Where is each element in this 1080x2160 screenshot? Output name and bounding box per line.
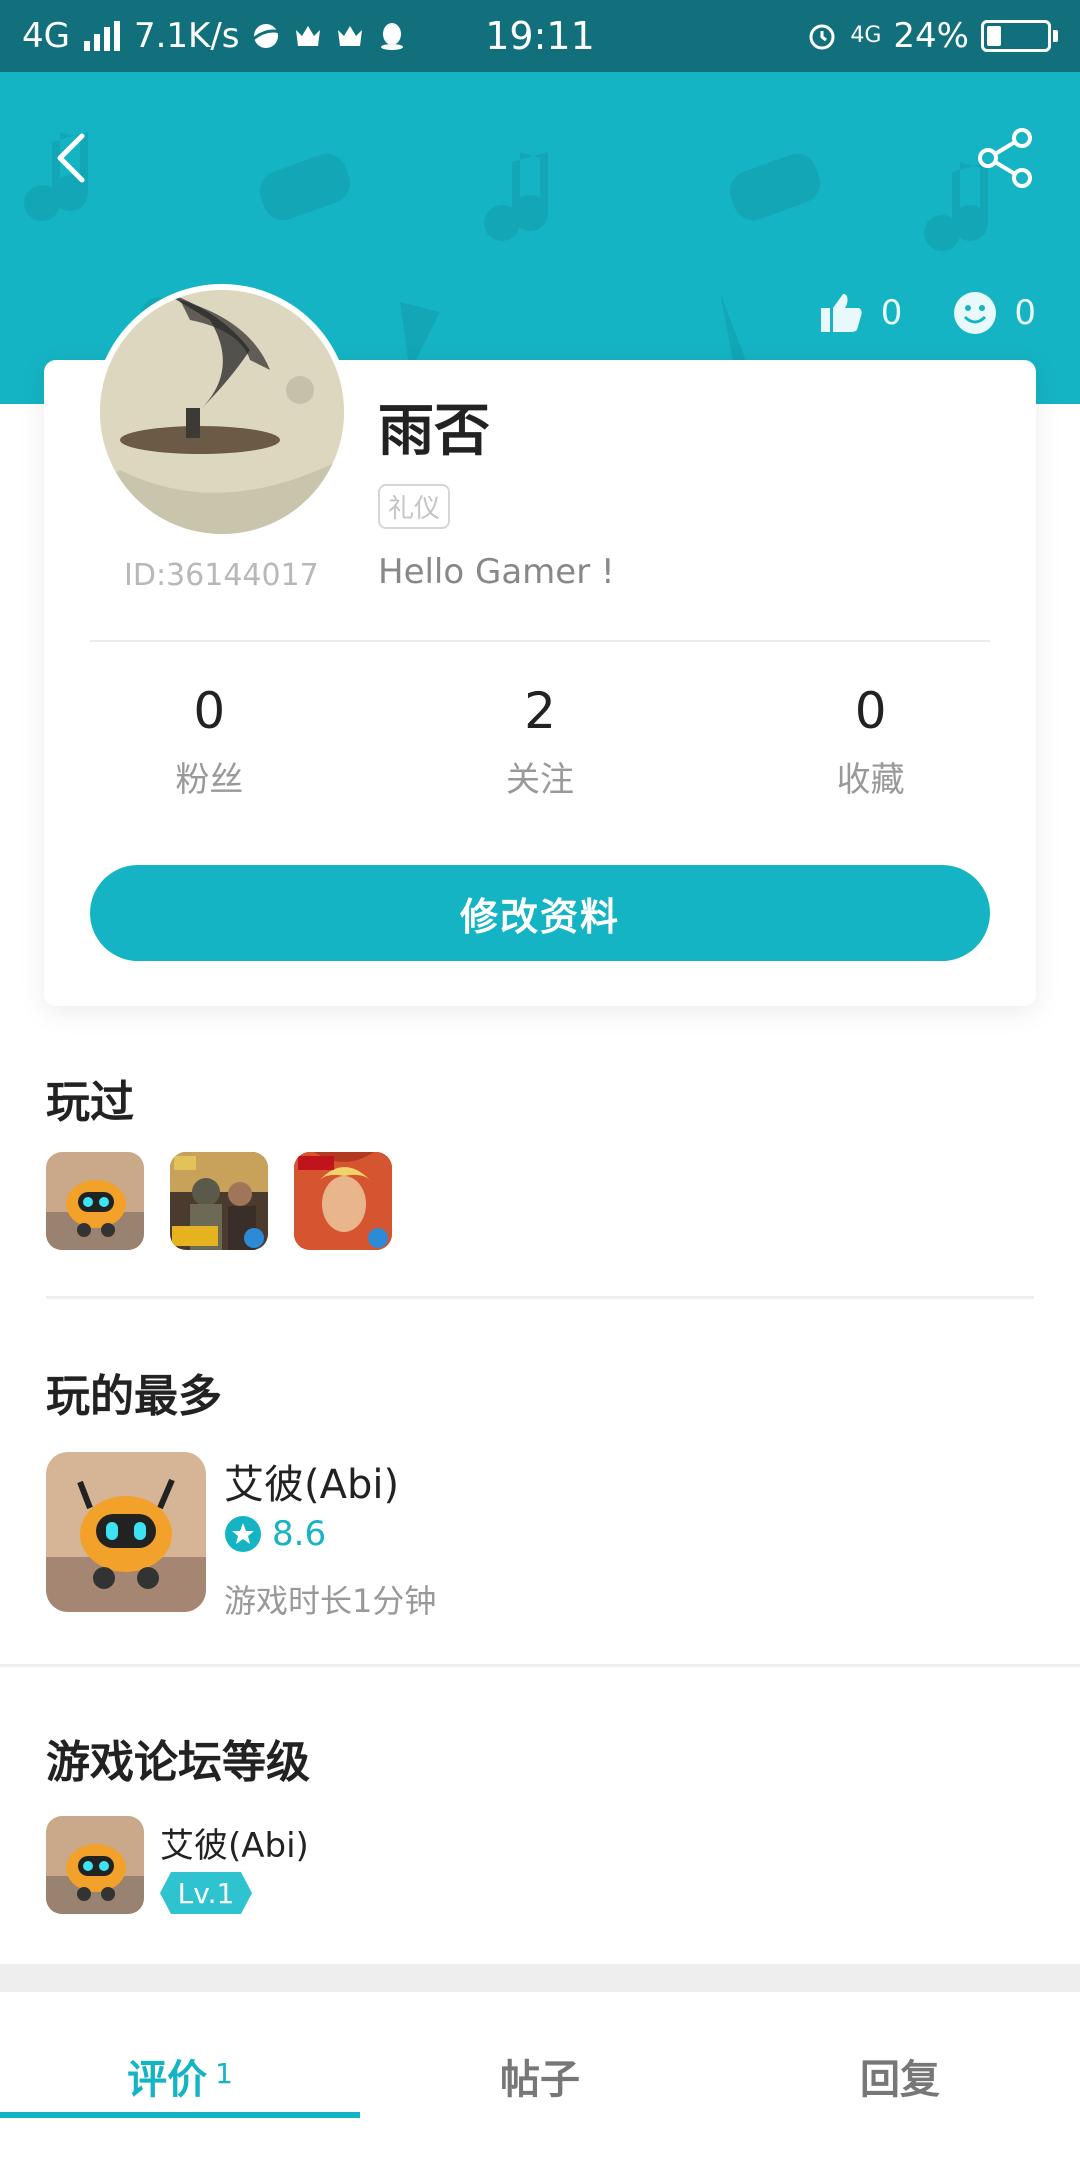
battery-icon	[981, 20, 1058, 52]
tab-replies-label: 回复	[860, 2057, 940, 2103]
likes-count: 0	[880, 293, 903, 333]
battery-percent: 24%	[893, 16, 969, 56]
most-played-name[interactable]: 艾彼(Abi)	[224, 1452, 399, 1510]
favorites-label: 收藏	[836, 760, 905, 800]
pubg-icon[interactable]	[170, 1152, 268, 1250]
tab-reviews-count: 1	[215, 2056, 233, 2090]
abi-icon[interactable]	[46, 1816, 144, 1914]
followers-count: 0	[193, 682, 226, 740]
planet-icon	[250, 24, 280, 48]
thumbs-up-icon	[820, 294, 862, 332]
forum-game-name[interactable]: 艾彼(Abi)	[160, 1818, 309, 1867]
user-id: ID:36144017	[124, 558, 319, 593]
forum-level-title: 游戏论坛等级	[46, 1737, 310, 1788]
user-name: 雨否	[378, 399, 490, 464]
back-arrow-icon[interactable]	[44, 128, 104, 188]
smiles-count: 0	[1014, 293, 1036, 333]
star-icon	[225, 1516, 261, 1552]
smiley-icon	[954, 292, 997, 334]
crown-icon	[337, 26, 362, 46]
tab-posts-label: 帖子	[500, 2057, 580, 2103]
card-divider	[90, 640, 990, 642]
profile-card: ID:36144017 雨否 礼仪 Hello Gamer ! 0 粉丝 2 关…	[44, 284, 1036, 1006]
tab-posts[interactable]: 帖子	[360, 1992, 720, 2160]
share-icon[interactable]	[974, 126, 1038, 190]
user-bio: Hello Gamer !	[378, 552, 615, 592]
section-gap	[0, 1964, 1080, 1992]
following-label: 关注	[506, 760, 574, 800]
network-speed: 7.1K/s	[133, 16, 240, 56]
followers-label: 粉丝	[175, 760, 244, 800]
edit-profile-button[interactable]: 修改资料	[90, 865, 990, 961]
header-stats: 0 0	[789, 290, 1036, 336]
active-tab-indicator	[0, 2112, 360, 2118]
playtime-text: 游戏时长1分钟	[224, 1582, 437, 1620]
smiles-stat[interactable]: 0	[952, 290, 1036, 336]
likes-stat[interactable]: 0	[819, 290, 903, 336]
honor-of-kings-icon[interactable]	[294, 1152, 392, 1250]
tab-reviews-label: 评价	[127, 2057, 208, 2103]
network-type: 4G	[22, 16, 70, 56]
level-badge: Lv.1	[160, 1872, 252, 1914]
abi-icon[interactable]	[46, 1152, 144, 1250]
signal-icon	[83, 21, 120, 51]
favorites-stat[interactable]: 0 收藏	[705, 682, 1036, 801]
status-bar: 4G 7.1K/s 19:11 4G 24%	[0, 0, 1080, 72]
followers-stat[interactable]: 0 粉丝	[44, 682, 375, 801]
tab-reviews[interactable]: 评价 1	[0, 1992, 360, 2160]
user-tag: 礼仪	[378, 484, 451, 529]
alarm-icon	[809, 24, 835, 50]
abi-icon[interactable]	[46, 1452, 206, 1612]
section-divider	[46, 1296, 1034, 1299]
net2-label: 4G	[850, 23, 882, 48]
section-divider	[0, 1664, 1080, 1667]
most-played-title: 玩的最多	[46, 1371, 222, 1422]
played-title: 玩过	[46, 1077, 134, 1128]
rating-value: 8.6	[272, 1514, 327, 1554]
favorites-count: 0	[854, 682, 887, 740]
profile-counts: 0 粉丝 2 关注 0 收藏	[44, 682, 1036, 801]
tab-replies[interactable]: 回复	[720, 1992, 1080, 2160]
crown-icon	[295, 26, 320, 46]
following-count: 2	[524, 682, 556, 740]
avatar[interactable]	[94, 284, 350, 540]
played-games	[46, 1152, 392, 1250]
following-stat[interactable]: 2 关注	[375, 682, 706, 801]
qq-icon	[380, 23, 403, 50]
bottom-tabs: 评价 1 帖子 回复	[0, 1992, 1080, 2160]
most-played-rating: 8.6	[224, 1514, 326, 1554]
